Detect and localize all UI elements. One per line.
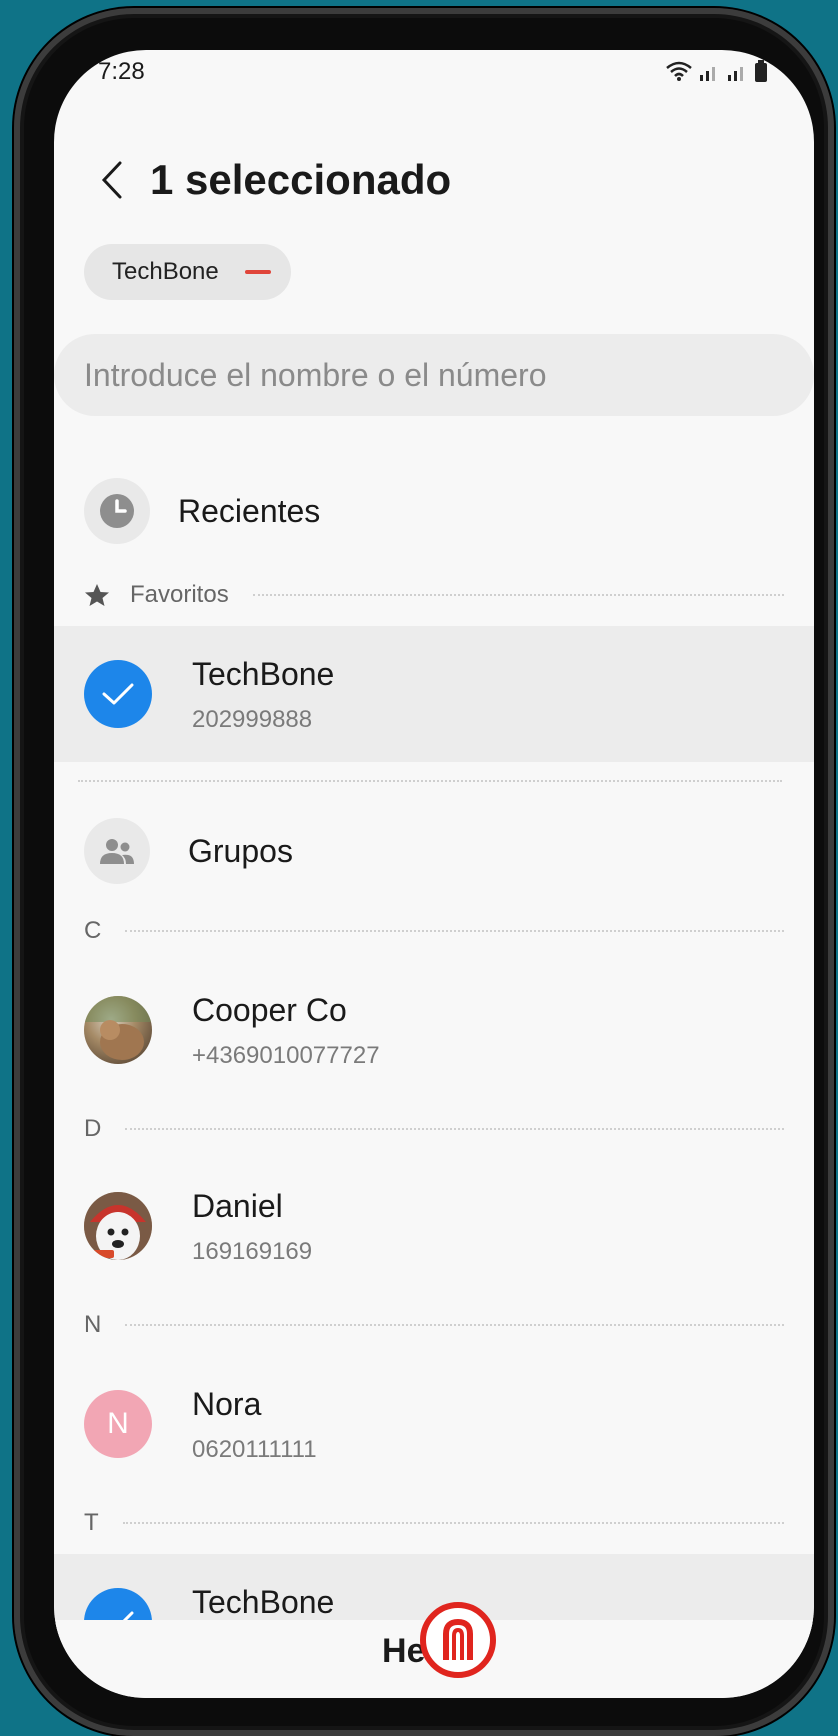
contact-row-favorite-techbone[interactable]: TechBone 202999888: [54, 626, 814, 762]
battery-icon: [754, 60, 768, 87]
star-icon: [85, 584, 109, 606]
back-button[interactable]: [88, 152, 136, 208]
page-title: 1 seleccionado: [150, 156, 452, 203]
section-header-t: T: [84, 1506, 784, 1540]
section-letter: N: [84, 1311, 102, 1338]
avatar: [84, 1192, 152, 1260]
section-letter: T: [84, 1509, 99, 1536]
divider: [125, 1128, 784, 1130]
status-icons: [666, 60, 768, 87]
groups-label: Grupos: [188, 832, 293, 869]
selected-check-icon: [84, 660, 152, 728]
selected-chip[interactable]: TechBone: [84, 244, 291, 300]
logo-icon: [420, 1602, 496, 1678]
recent-row[interactable]: Recientes: [84, 478, 320, 544]
search-box[interactable]: [54, 334, 814, 416]
contact-name: Cooper Co: [192, 992, 347, 1028]
section-letter: D: [84, 1115, 102, 1142]
avatar: [84, 996, 152, 1064]
contact-name: TechBone: [192, 656, 335, 692]
section-header-c: C: [84, 914, 784, 948]
contact-row-nora[interactable]: N Nora 0620111111: [54, 1356, 814, 1492]
signal-icon: [726, 62, 748, 87]
divider: [125, 1324, 784, 1326]
favorites-label: Favoritos: [130, 581, 229, 608]
status-time: 7:28: [98, 58, 145, 85]
chip-label: TechBone: [112, 258, 219, 285]
section-header-d: D: [84, 1112, 784, 1146]
divider: [78, 780, 782, 782]
contact-row-daniel[interactable]: Daniel 169169169: [54, 1158, 814, 1294]
wifi-icon: [666, 60, 692, 87]
contact-row-cooper[interactable]: Cooper Co +4369010077727: [54, 962, 814, 1098]
screen: 7:28 1 seleccionado TechBone Recientes: [54, 50, 814, 1698]
signal-icon: [698, 62, 720, 87]
divider: [252, 594, 784, 596]
people-icon: [84, 818, 150, 884]
groups-row[interactable]: Grupos: [84, 818, 293, 884]
clock-icon: [84, 478, 150, 544]
divider: [122, 1522, 784, 1524]
divider: [125, 930, 784, 932]
favorites-header: Favoritos: [84, 578, 784, 612]
search-input[interactable]: [84, 356, 764, 394]
contact-number: +4369010077727: [192, 1042, 380, 1069]
contact-number: 169169169: [192, 1238, 313, 1265]
contact-number: 202999888: [192, 706, 313, 733]
contact-number: 0620111111: [192, 1436, 317, 1463]
section-header-n: N: [84, 1308, 784, 1342]
contact-name: Daniel: [192, 1188, 283, 1224]
remove-icon[interactable]: [244, 270, 271, 274]
contact-name: Nora: [192, 1386, 262, 1422]
recent-label: Recientes: [178, 492, 321, 529]
chevron-left-icon: [101, 161, 122, 199]
contact-name: TechBone: [192, 1584, 335, 1620]
avatar-initial: N: [84, 1390, 152, 1458]
section-letter: C: [84, 917, 102, 944]
